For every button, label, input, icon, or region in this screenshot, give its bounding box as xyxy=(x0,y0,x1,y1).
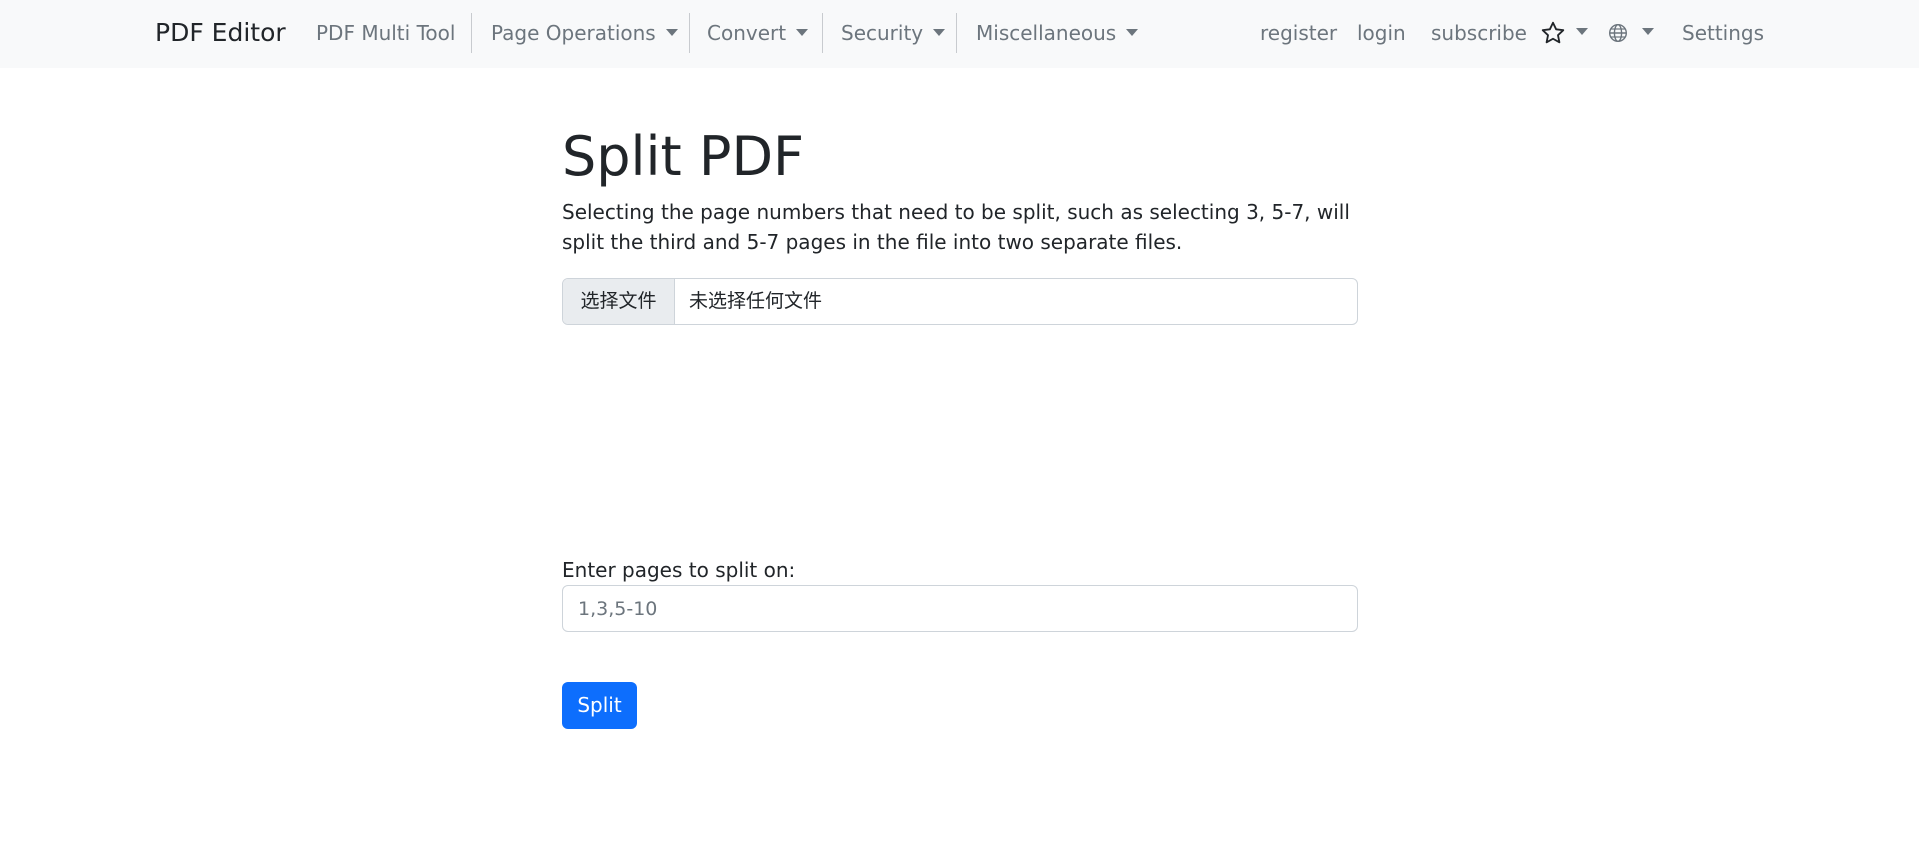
nav-settings-link[interactable]: Settings xyxy=(1682,20,1764,46)
nav-page-operations-dropdown[interactable]: Page Operations xyxy=(491,20,678,46)
nav-miscellaneous-label: Miscellaneous xyxy=(976,21,1117,45)
pages-input[interactable] xyxy=(562,585,1358,632)
nav-convert-label: Convert xyxy=(707,21,787,45)
nav-miscellaneous-dropdown[interactable]: Miscellaneous xyxy=(976,20,1139,46)
nav-register-link[interactable]: register xyxy=(1260,20,1337,46)
page-description: Selecting the page numbers that need to … xyxy=(562,200,1350,254)
favorites-dropdown[interactable] xyxy=(1540,18,1588,48)
nav-divider xyxy=(822,13,823,53)
globe-icon xyxy=(1608,23,1628,43)
nav-divider xyxy=(689,13,690,53)
star-icon xyxy=(1540,20,1566,46)
nav-divider xyxy=(956,13,957,53)
nav-page-operations-label: Page Operations xyxy=(491,21,656,45)
nav-convert-dropdown[interactable]: Convert xyxy=(707,20,809,46)
file-input[interactable]: 选择文件 未选择任何文件 xyxy=(562,278,1358,325)
nav-pdf-multi-tool[interactable]: PDF Multi Tool xyxy=(316,20,455,46)
caret-down-icon xyxy=(1576,27,1588,35)
nav-security-dropdown[interactable]: Security xyxy=(841,20,946,46)
caret-down-icon xyxy=(665,29,678,36)
caret-down-icon xyxy=(933,29,946,36)
nav-security-label: Security xyxy=(841,21,924,45)
language-dropdown[interactable] xyxy=(1608,18,1654,48)
split-button[interactable]: Split xyxy=(562,682,637,729)
page-title: Split PDF xyxy=(562,125,805,188)
brand-link[interactable]: PDF Editor xyxy=(155,15,286,51)
pages-label: Enter pages to split on: xyxy=(562,558,796,582)
caret-down-icon xyxy=(1642,27,1654,35)
nav-divider xyxy=(471,13,472,53)
nav-login-link[interactable]: login xyxy=(1357,20,1406,46)
caret-down-icon xyxy=(1126,29,1139,36)
navbar: PDF Editor PDF Multi Tool Page Operation… xyxy=(0,0,1919,68)
choose-file-button[interactable]: 选择文件 xyxy=(563,279,675,324)
file-status: 未选择任何文件 xyxy=(689,290,823,312)
caret-down-icon xyxy=(796,29,809,36)
nav-subscribe-link[interactable]: subscribe xyxy=(1431,20,1527,46)
